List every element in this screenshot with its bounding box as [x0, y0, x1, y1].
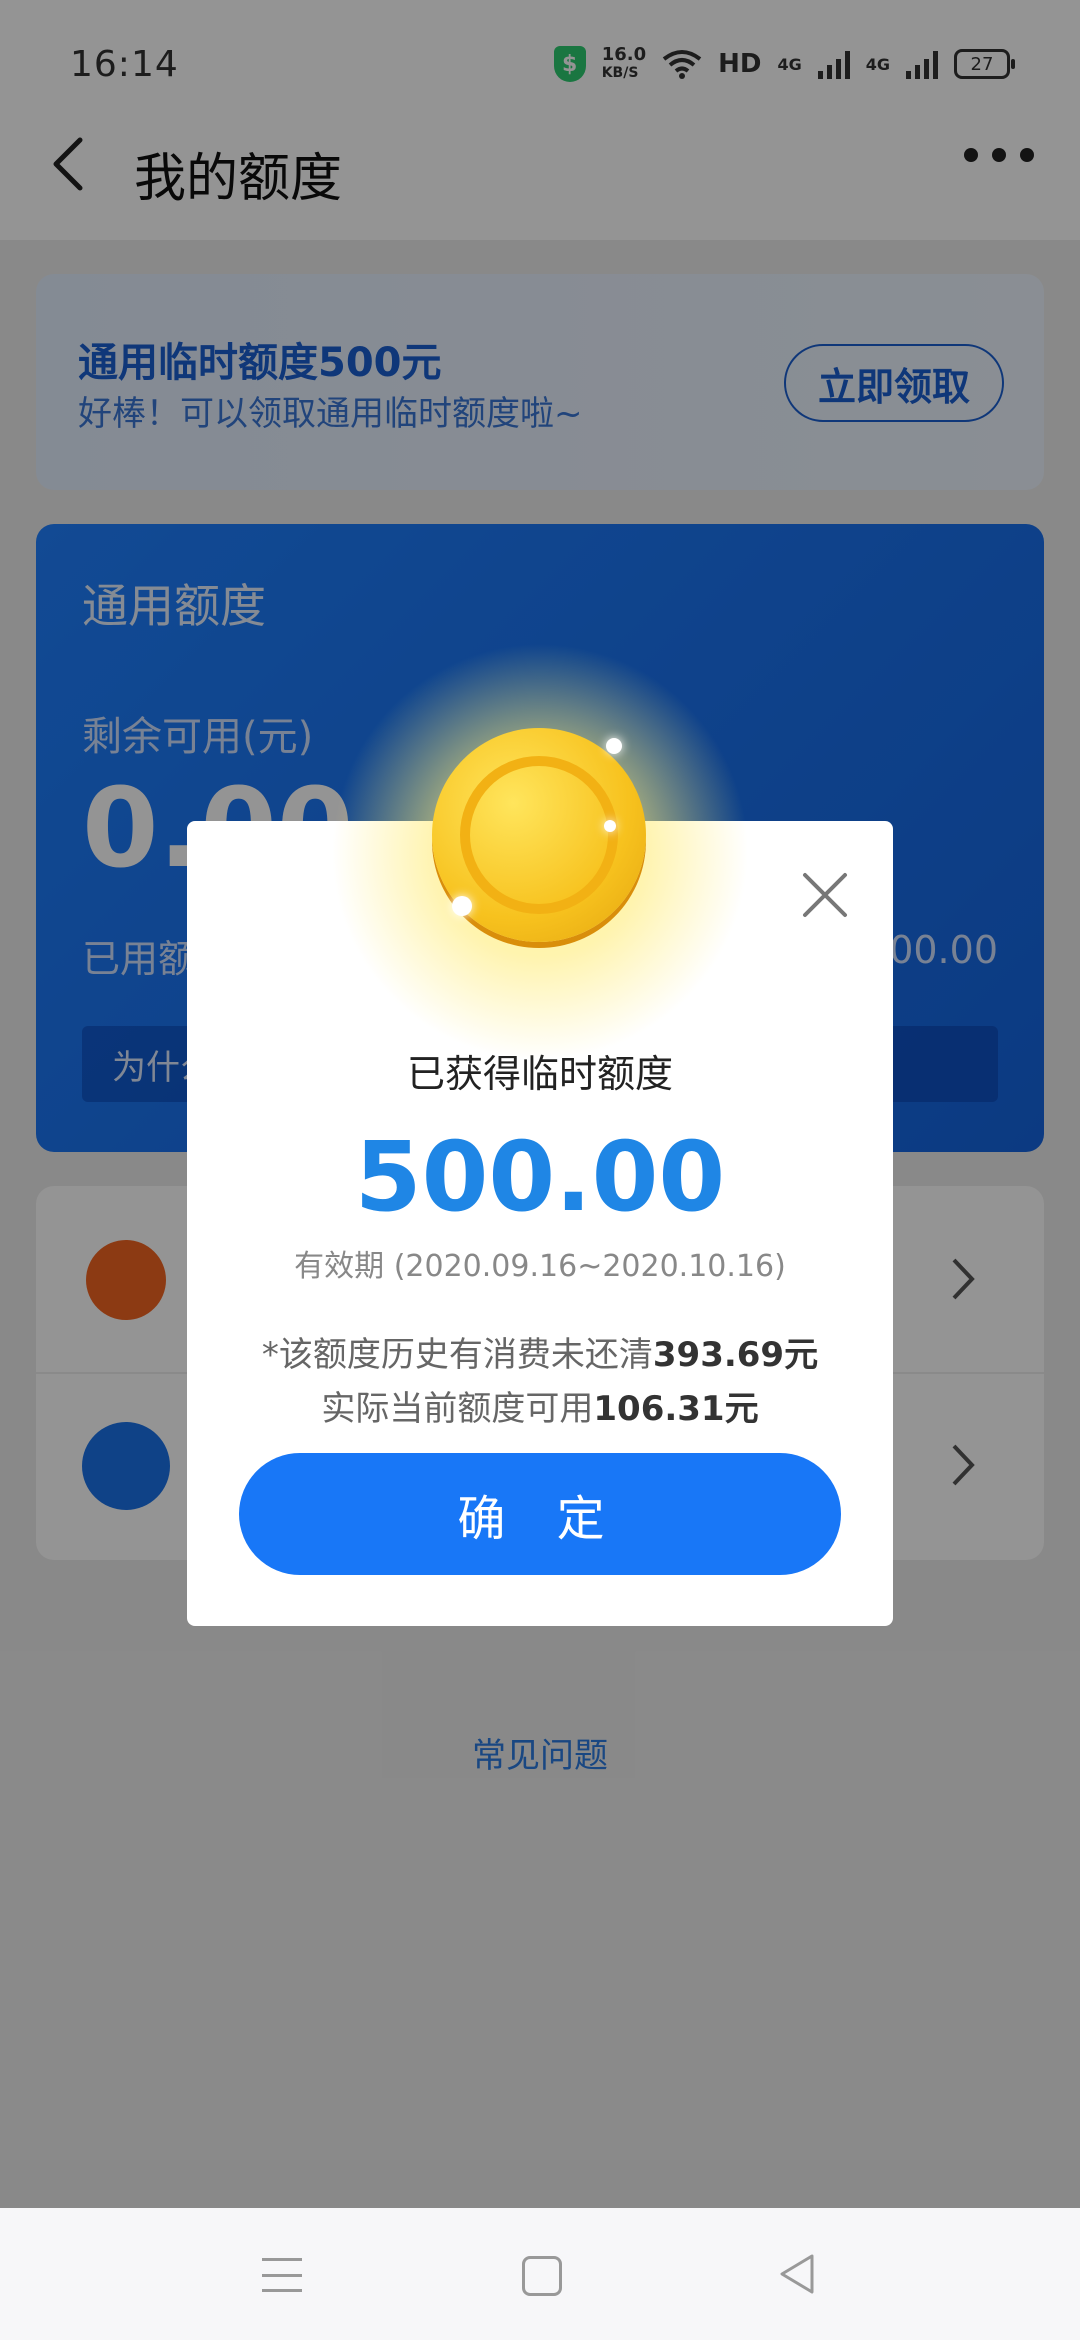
unpaid-note: *该额度历史有消费未还清393.69元 [187, 1327, 893, 1376]
home-icon[interactable] [522, 2256, 562, 2296]
nav-back-icon[interactable] [776, 2252, 818, 2296]
validity-range: (2020.09.16~2020.10.16) [393, 1249, 786, 1284]
sparkle-icon [604, 820, 616, 832]
sparkle-icon [452, 896, 472, 916]
system-nav-bar [0, 2208, 1080, 2340]
confirm-button[interactable]: 确 定 [239, 1453, 841, 1575]
validity: 有效期 (2020.09.16~2020.10.16) [187, 1241, 893, 1285]
available-note: 实际当前额度可用106.31元 [187, 1381, 893, 1430]
available-note-text: 实际当前额度可用 [321, 1389, 594, 1429]
coin-inner-ring [460, 756, 618, 914]
recent-apps-icon[interactable] [262, 2258, 302, 2292]
unpaid-amount: 393.69元 [652, 1335, 819, 1375]
dialog-amount: 500.00 [354, 1121, 726, 1233]
validity-label: 有效期 [294, 1249, 385, 1284]
available-amount: 106.31元 [593, 1389, 759, 1429]
sparkle-icon [606, 738, 622, 754]
unpaid-note-text: *该额度历史有消费未还清 [261, 1335, 653, 1375]
close-icon[interactable] [799, 869, 851, 921]
